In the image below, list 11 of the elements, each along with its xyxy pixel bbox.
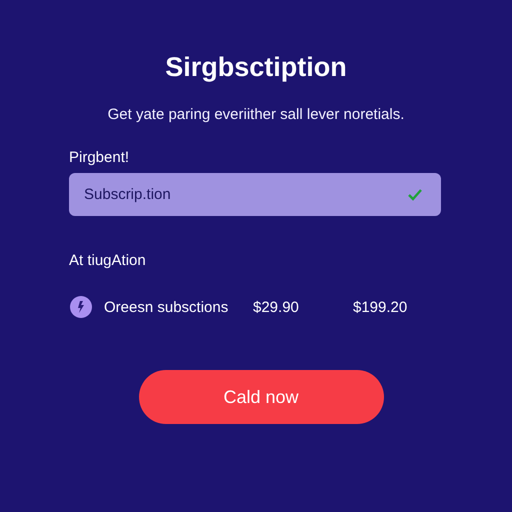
call-button[interactable]: Cald now bbox=[138, 370, 384, 424]
subtitle: Get yate paring everiither sall lever noretials. bbox=[108, 106, 404, 123]
plan-total: $199.20 bbox=[353, 298, 408, 316]
bolt-icon bbox=[70, 296, 92, 318]
check-icon bbox=[407, 188, 423, 201]
section-title: At tiugAtion bbox=[69, 252, 147, 269]
plan-price: $29.90 bbox=[253, 298, 300, 316]
input-field[interactable]: Subscrip.tion bbox=[69, 173, 441, 216]
field-label: Pirgbent! bbox=[69, 149, 130, 166]
plan-name: Oreesn subsctions bbox=[104, 298, 230, 316]
title: Sirgbsctiption bbox=[165, 52, 347, 83]
